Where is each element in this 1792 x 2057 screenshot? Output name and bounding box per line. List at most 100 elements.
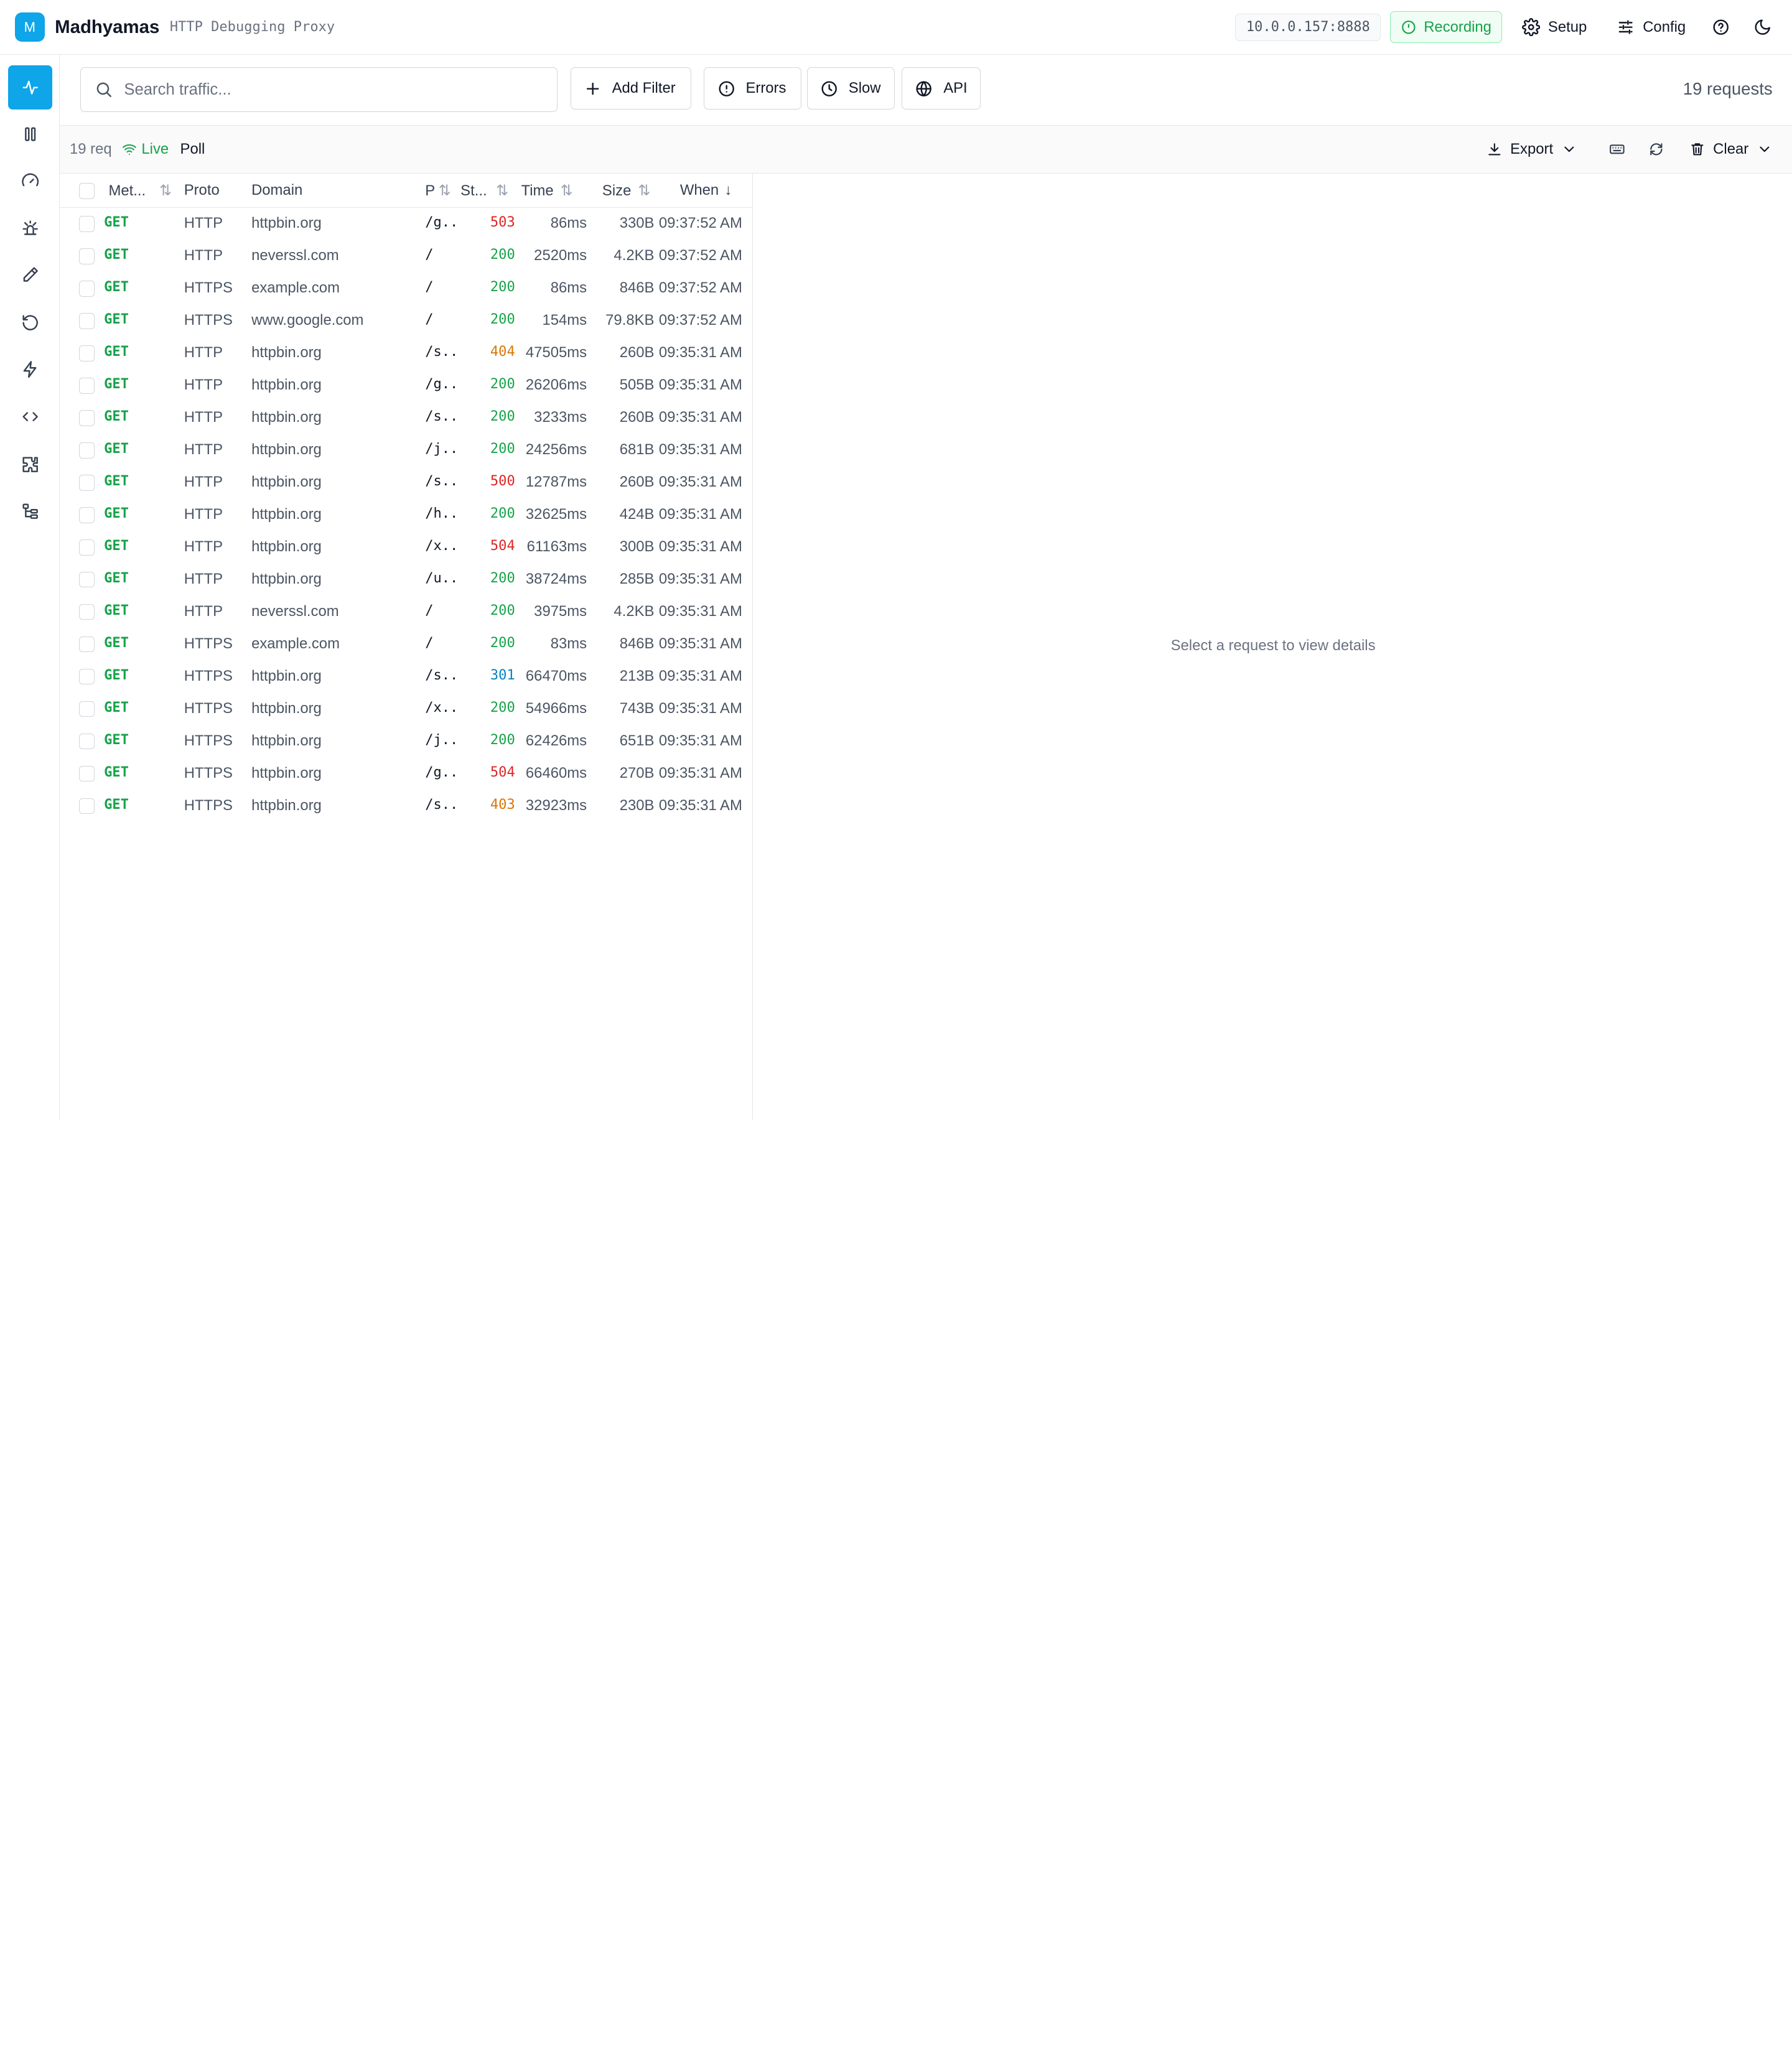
path-cell: /h... xyxy=(425,506,459,521)
row-checkbox[interactable] xyxy=(78,248,95,264)
search-input[interactable] xyxy=(124,80,536,99)
size-cell: 681B xyxy=(619,441,655,459)
chevron-down-icon xyxy=(1760,146,1770,152)
table-row[interactable]: GET HTTPS httpbin.org/s... 403 32923ms 230B09… xyxy=(60,790,753,823)
recording-button[interactable]: Recording xyxy=(1389,11,1503,44)
row-checkbox[interactable] xyxy=(78,345,95,361)
sidebar-item-tree[interactable] xyxy=(8,489,53,534)
app-logo-letter: M xyxy=(24,19,35,35)
table-row[interactable]: GET HTTP httpbin.org/s... 500 12787ms 260B09:… xyxy=(60,467,753,499)
proto-cell: HTTPS xyxy=(184,796,233,814)
row-checkbox[interactable] xyxy=(78,733,95,750)
column-method-label: Met... xyxy=(108,182,146,200)
add-filter-button[interactable]: Add Filter xyxy=(570,67,692,110)
method-cell: GET xyxy=(104,732,129,748)
table-row[interactable]: GET HTTP httpbin.org/s... 404 47505ms 260B09:… xyxy=(60,337,753,370)
column-header-proto[interactable]: Proto xyxy=(184,182,220,199)
column-header-domain[interactable]: Domain xyxy=(251,182,302,199)
table-row[interactable]: GET HTTPS httpbin.org/j... 200 62426ms 651B09… xyxy=(60,725,753,758)
sidebar-item-scripts[interactable] xyxy=(8,394,53,439)
row-checkbox[interactable] xyxy=(78,506,95,523)
status-cell: 200 xyxy=(490,732,515,748)
column-header-size[interactable]: Size ⇅ xyxy=(602,182,650,200)
live-toggle[interactable]: Live xyxy=(122,141,169,158)
method-cell: GET xyxy=(104,441,129,457)
sidebar-item-columns[interactable] xyxy=(8,112,53,157)
row-checkbox[interactable] xyxy=(78,668,95,685)
app-logo: M xyxy=(14,12,45,42)
table-row[interactable]: GET HTTPS example.com / 200 86ms 846B 09:37:52 … xyxy=(60,273,753,305)
row-checkbox[interactable] xyxy=(78,636,95,653)
row-checkbox[interactable] xyxy=(78,216,95,232)
proxy-address[interactable]: 10.0.0.157:8888 xyxy=(1235,13,1381,41)
row-checkbox[interactable] xyxy=(78,765,95,782)
row-checkbox[interactable] xyxy=(78,442,95,459)
table-row[interactable]: GET HTTP httpbin.org/j... 200 24256ms 681B09:… xyxy=(60,434,753,467)
column-header-when[interactable]: When ↓ xyxy=(680,182,732,199)
search-box[interactable] xyxy=(80,67,558,112)
sidebar-item-breakpoints[interactable] xyxy=(8,206,53,251)
row-checkbox[interactable] xyxy=(78,571,95,588)
column-header-method[interactable]: Met... ⇅ xyxy=(108,182,172,200)
table-row[interactable]: GET HTTPS httpbin.org/s... 301 66470ms 213B09… xyxy=(60,661,753,693)
sidebar-item-rules[interactable] xyxy=(8,347,53,392)
table-row[interactable]: GET HTTP httpbin.org/u... 200 38724ms 285B09:… xyxy=(60,564,753,596)
theme-toggle-button[interactable] xyxy=(1746,11,1778,43)
table-row[interactable]: GET HTTP neverssl.com / 200 2520ms 4.2KB 09:37:… xyxy=(60,240,753,273)
table-row[interactable]: GET HTTP neverssl.com / 200 3975ms 4.2KB 09:35:… xyxy=(60,596,753,628)
sidebar-item-replay[interactable] xyxy=(8,301,53,345)
row-checkbox[interactable] xyxy=(78,409,95,426)
sidebar-item-dashboard[interactable] xyxy=(8,159,53,203)
clear-button[interactable]: Clear xyxy=(1680,133,1781,165)
domain-cell: httpbin.org xyxy=(251,764,322,781)
row-checkbox[interactable] xyxy=(78,604,95,620)
table-row[interactable]: GET HTTP httpbin.org/x... 504 61163ms 300B09:… xyxy=(60,531,753,564)
table-row[interactable]: GET HTTP httpbin.org/g... 503 86ms 330B09:37:… xyxy=(60,208,753,240)
refresh-button[interactable] xyxy=(1639,133,1673,165)
api-filter-button[interactable]: API xyxy=(902,67,981,110)
sliders-icon xyxy=(1618,20,1633,34)
select-all-checkbox[interactable] xyxy=(78,182,95,199)
setup-button[interactable]: Setup xyxy=(1511,11,1597,43)
domain-cell: httpbin.org xyxy=(251,376,322,394)
keyboard-shortcuts-button[interactable] xyxy=(1600,133,1634,165)
sidebar-item-compose[interactable] xyxy=(8,253,53,297)
when-cell: 09:35:31 AM xyxy=(658,376,742,394)
status-cell: 200 xyxy=(490,506,515,521)
row-checkbox[interactable] xyxy=(78,701,95,717)
errors-filter-button[interactable]: Errors xyxy=(704,67,801,110)
help-button[interactable] xyxy=(1705,11,1737,43)
column-header-status[interactable]: St... ⇅ xyxy=(460,182,508,200)
row-checkbox[interactable] xyxy=(78,377,95,394)
table-row[interactable]: GET HTTPS www.google.com / 200 154ms 79.8KB 09:… xyxy=(60,305,753,337)
column-header-time[interactable]: Time ⇅ xyxy=(521,182,573,200)
row-checkbox[interactable] xyxy=(78,313,95,329)
add-filter-label: Add Filter xyxy=(612,80,676,97)
poll-toggle[interactable]: Poll xyxy=(180,141,205,158)
row-checkbox[interactable] xyxy=(78,474,95,491)
sidebar-item-plugins[interactable] xyxy=(8,442,53,487)
export-button[interactable]: Export xyxy=(1477,133,1586,165)
row-checkbox[interactable] xyxy=(78,798,95,814)
row-checkbox[interactable] xyxy=(78,539,95,556)
method-cell: GET xyxy=(104,699,129,716)
status-cell: 504 xyxy=(490,764,515,780)
method-cell: GET xyxy=(104,602,129,618)
when-cell: 09:35:31 AM xyxy=(658,473,742,491)
status-cell: 200 xyxy=(490,279,515,296)
table-row[interactable]: GET HTTP httpbin.org/h... 200 32625ms 424B09:… xyxy=(60,499,753,531)
row-checkbox[interactable] xyxy=(78,281,95,297)
time-cell: 26206ms xyxy=(525,376,587,394)
status-cell: 200 xyxy=(490,312,515,328)
sort-desc-icon: ↓ xyxy=(724,182,732,199)
table-row[interactable]: GET HTTP httpbin.org/g... 200 26206ms 505B09:… xyxy=(60,370,753,402)
table-row[interactable]: GET HTTPS example.com / 200 83ms 846B 09:35:31 … xyxy=(60,628,753,661)
slow-filter-button[interactable]: Slow xyxy=(806,67,895,110)
config-button[interactable]: Config xyxy=(1606,11,1696,43)
column-header-path[interactable]: P ⇅ xyxy=(425,182,450,200)
refresh-icon xyxy=(1650,143,1662,156)
table-row[interactable]: GET HTTP httpbin.org/s... 200 3233ms 260B09:3… xyxy=(60,402,753,434)
table-row[interactable]: GET HTTPS httpbin.org/g... 504 66460ms 270B09… xyxy=(60,758,753,790)
sidebar-item-activity[interactable] xyxy=(7,65,53,110)
table-row[interactable]: GET HTTPS httpbin.org/x... 200 54966ms 743B09… xyxy=(60,693,753,725)
